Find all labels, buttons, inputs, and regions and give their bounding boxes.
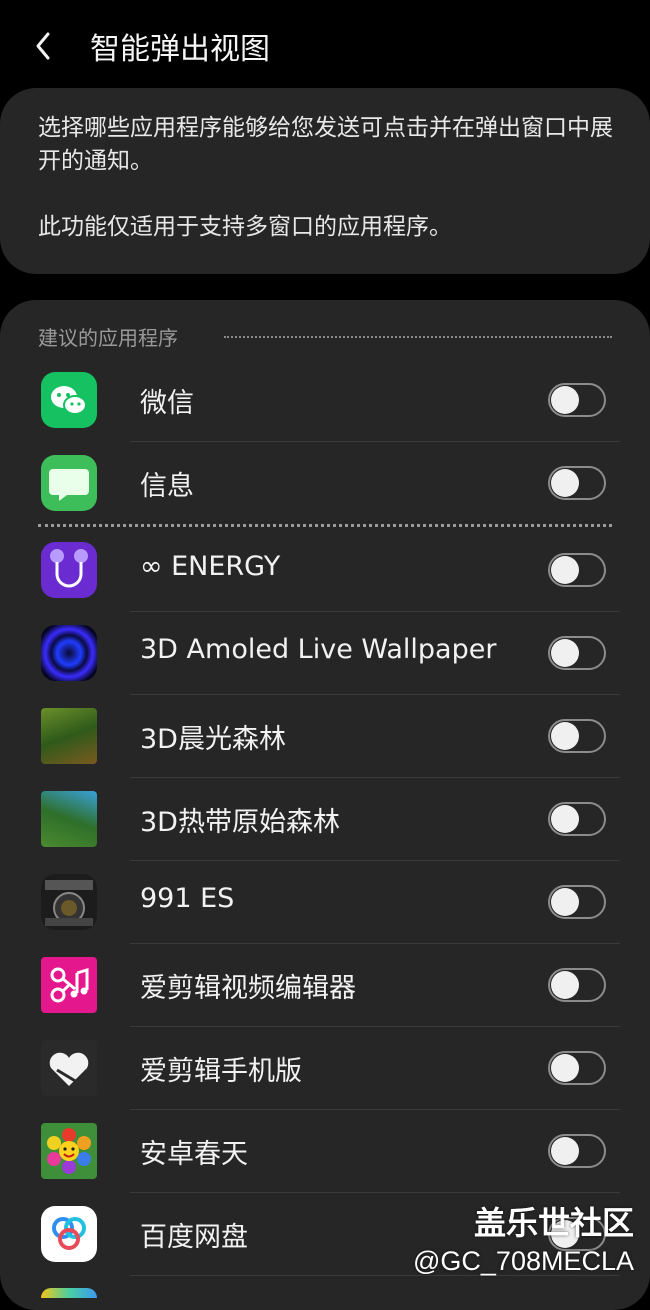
toggle-knob	[551, 1054, 579, 1082]
description-card: 选择哪些应用程序能够给您发送可点击并在弹出窗口中展开的通知。 此功能仅适用于支持…	[0, 88, 650, 274]
app-row-video-editor-mobile[interactable]: 爱剪辑手机版	[0, 1027, 650, 1110]
app-name: ∞ ENERGY	[140, 551, 281, 582]
suggested-apps-header: 建议的应用程序	[38, 322, 612, 352]
app-row-morning-forest[interactable]: 3D晨光森林	[0, 695, 650, 778]
app-row-android-spring[interactable]: 安卓春天	[0, 1110, 650, 1193]
toggle-switch[interactable]	[548, 802, 606, 836]
page-title: 智能弹出视图	[90, 32, 270, 67]
tropical-forest-icon	[41, 791, 97, 847]
toggle-knob	[551, 386, 579, 414]
app-row-991-es[interactable]: 991 ES	[0, 861, 650, 944]
app-name: 安卓春天	[140, 1139, 248, 1170]
video-editor-mobile-icon	[41, 1040, 97, 1096]
toggle-switch[interactable]	[548, 719, 606, 753]
app-name: 3D晨光森林	[140, 724, 286, 755]
app-bar: 智能弹出视图	[0, 0, 650, 88]
toggle-switch[interactable]	[548, 885, 606, 919]
next-app-icon-partial	[41, 1288, 97, 1298]
video-editor-icon	[41, 957, 97, 1013]
toggle-knob	[551, 556, 579, 584]
toggle-knob	[551, 722, 579, 750]
app-name: 爱剪辑手机版	[140, 1056, 302, 1087]
toggle-knob	[551, 639, 579, 667]
toggle-knob	[551, 805, 579, 833]
app-name: 百度网盘	[140, 1222, 248, 1253]
toggle-switch[interactable]	[548, 1051, 606, 1085]
app-row-tropical-forest[interactable]: 3D热带原始森林	[0, 778, 650, 861]
app-name: 爱剪辑视频编辑器	[140, 973, 356, 1004]
app-name: 3D热带原始森林	[140, 807, 340, 838]
app-row-amoled-wallpaper[interactable]: 3D Amoled Live Wallpaper	[0, 612, 650, 695]
toggle-knob	[551, 888, 579, 916]
toggle-switch[interactable]	[548, 466, 606, 500]
app-row-video-editor[interactable]: 爱剪辑视频编辑器	[0, 944, 650, 1027]
description-text: 选择哪些应用程序能够给您发送可点击并在弹出窗口中展开的通知。	[38, 115, 613, 174]
app-row-energy[interactable]: ∞ ENERGY	[0, 529, 650, 612]
flower-icon	[41, 1123, 97, 1179]
energy-icon	[41, 542, 97, 598]
app-row-wechat[interactable]: 微信	[0, 359, 650, 442]
app-name: 微信	[140, 388, 194, 419]
app-name: 991 ES	[140, 883, 235, 914]
dotted-divider	[224, 336, 612, 338]
toggle-switch[interactable]	[548, 636, 606, 670]
app-row-messages[interactable]: 信息	[0, 442, 650, 525]
morning-forest-icon	[41, 708, 97, 764]
suggested-apps-label: 建议的应用程序	[38, 326, 178, 350]
calculator-icon	[41, 874, 97, 930]
chevron-left-icon	[36, 32, 50, 60]
amoled-wallpaper-icon	[41, 625, 97, 681]
app-name: 信息	[140, 471, 194, 502]
watermark-user: @GC_708MECLA	[413, 1246, 634, 1276]
toggle-knob	[551, 971, 579, 999]
watermark-community: 盖乐世社区	[473, 1205, 634, 1241]
toggle-switch[interactable]	[548, 968, 606, 1002]
app-name: 3D Amoled Live Wallpaper	[140, 634, 497, 665]
back-button[interactable]	[28, 26, 64, 66]
wechat-icon	[41, 372, 97, 428]
group-divider	[38, 524, 612, 527]
messages-icon	[41, 455, 97, 511]
toggle-switch[interactable]	[548, 553, 606, 587]
toggle-switch[interactable]	[548, 383, 606, 417]
toggle-knob	[551, 1137, 579, 1165]
toggle-switch[interactable]	[548, 1134, 606, 1168]
multiwindow-note: 此功能仅适用于支持多窗口的应用程序。	[38, 214, 452, 240]
toggle-knob	[551, 469, 579, 497]
watermark: 盖乐世社区 @GC_708MECLA	[413, 1198, 634, 1277]
baidu-netdisk-icon	[41, 1206, 97, 1262]
